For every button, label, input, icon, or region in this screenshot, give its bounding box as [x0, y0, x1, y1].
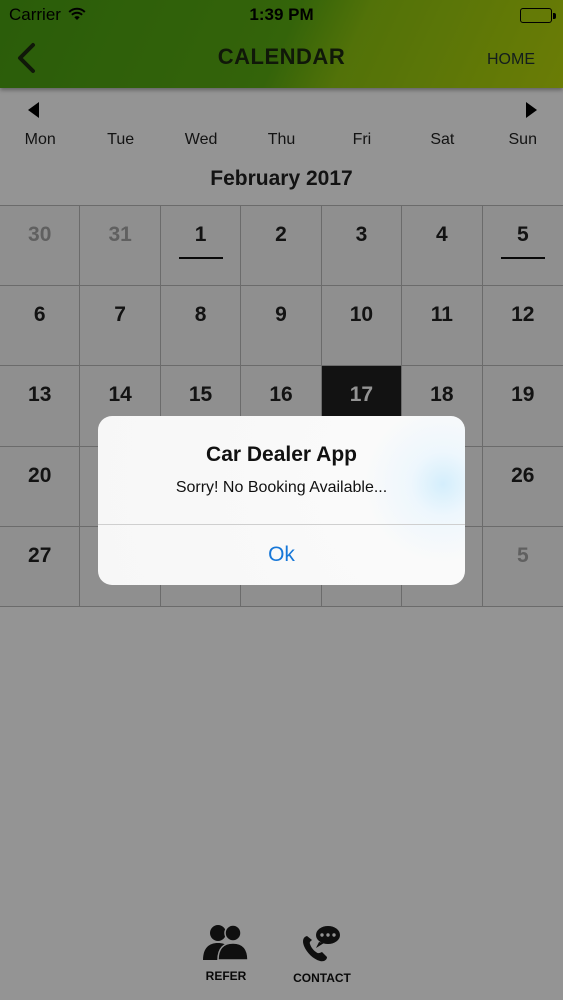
ok-button[interactable]: Ok	[98, 525, 465, 585]
alert-dialog: Car Dealer App Sorry! No Booking Availab…	[98, 416, 465, 585]
alert-message: Sorry! No Booking Available...	[175, 479, 388, 496]
alert-title: Car Dealer App	[206, 443, 357, 466]
